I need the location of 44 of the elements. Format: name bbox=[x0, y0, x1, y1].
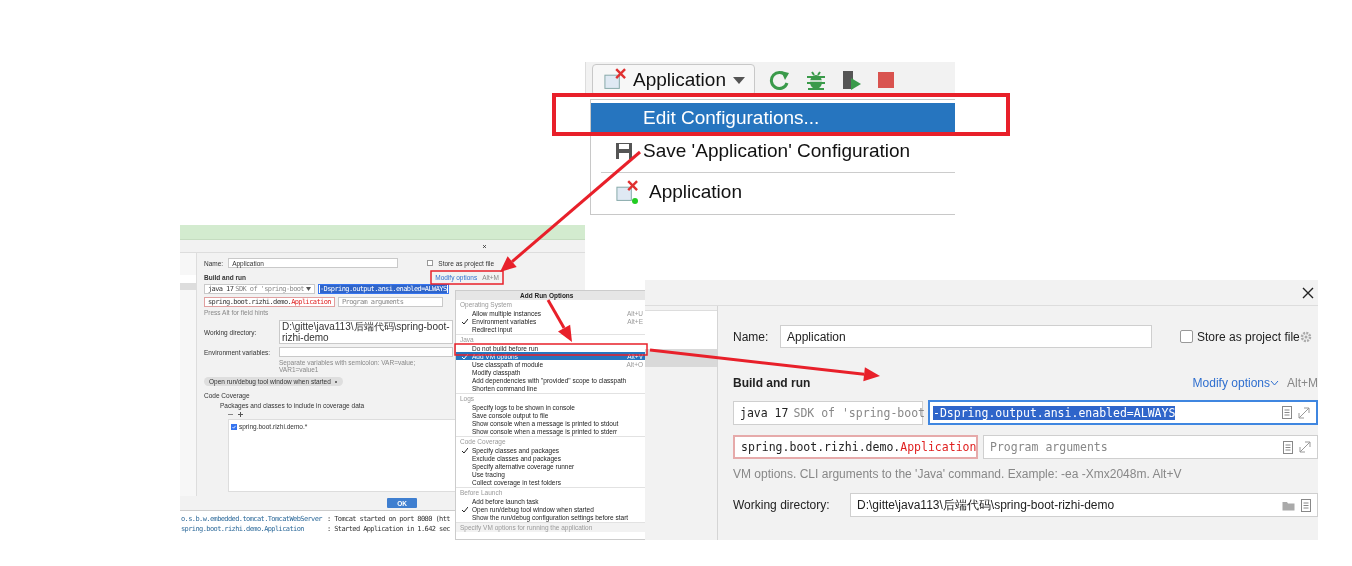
document-icon[interactable] bbox=[1282, 406, 1292, 419]
expand-icon[interactable] bbox=[1299, 441, 1311, 453]
close-icon[interactable] bbox=[1302, 286, 1314, 299]
field-hint: VM options. CLI arguments to the 'Java' command. Example: -ea -Xmx2048m. Alt+V bbox=[733, 467, 1182, 481]
checkbox[interactable] bbox=[1180, 330, 1193, 343]
menu-item[interactable]: Save 'Application' Configuration bbox=[591, 136, 955, 166]
add-icon[interactable] bbox=[238, 412, 243, 417]
rerun-icon[interactable] bbox=[768, 68, 791, 91]
stop-icon[interactable] bbox=[876, 69, 895, 90]
menu-item[interactable]: Edit Configurations... bbox=[591, 103, 955, 133]
checkbox-label: Store as project file bbox=[1197, 329, 1300, 344]
checkbox[interactable] bbox=[427, 260, 434, 266]
name-field[interactable]: Application bbox=[780, 325, 1152, 348]
name-label: Name: bbox=[733, 329, 770, 344]
chevron-down-icon[interactable] bbox=[1270, 380, 1279, 386]
caret-icon bbox=[306, 287, 311, 291]
dropdown-caret-icon bbox=[731, 74, 746, 85]
checkbox[interactable] bbox=[231, 423, 237, 430]
annotation-arrow bbox=[546, 299, 572, 342]
folder-icon[interactable] bbox=[1282, 499, 1295, 511]
gear-icon[interactable] bbox=[1299, 330, 1312, 343]
working-directory-field[interactable]: D:\gitte\java113\后端代码\spring-boot-rizhi-demo bbox=[850, 493, 1318, 517]
document-icon[interactable] bbox=[1283, 440, 1293, 454]
shortcut-label: Alt+M bbox=[1287, 376, 1318, 390]
menu-item[interactable]: Application bbox=[591, 177, 955, 207]
check-icon bbox=[232, 424, 236, 429]
environment-variables-field[interactable] bbox=[279, 347, 453, 357]
remove-icon[interactable] bbox=[228, 412, 233, 417]
main-class-field[interactable]: spring.boot.rizhi.demo.Application bbox=[733, 435, 978, 459]
close-icon[interactable] bbox=[482, 243, 487, 249]
save-icon bbox=[615, 142, 633, 160]
vm-options-field[interactable]: -Dspring.output.ansi.enabled=ALWAYS bbox=[928, 400, 1318, 425]
application-config-icon bbox=[615, 180, 639, 204]
jdk-combo[interactable]: java 17 SDK of 'spring-boot bbox=[733, 400, 923, 425]
run-configuration-combo[interactable]: Application bbox=[592, 63, 755, 96]
program-arguments-field[interactable]: Program arguments bbox=[983, 435, 1318, 459]
working-directory-label: Working directory: bbox=[733, 498, 831, 512]
document-icon[interactable] bbox=[1301, 498, 1311, 512]
section-heading: Build and run bbox=[733, 376, 811, 390]
expand-icon[interactable] bbox=[1298, 406, 1310, 419]
application-config-icon bbox=[603, 67, 627, 92]
working-directory-field[interactable]: D:\gitte\java113\后端代码\spring-boot-rizhi-demo bbox=[279, 320, 453, 344]
modify-options-link[interactable]: Modify options bbox=[1192, 376, 1270, 390]
remove-icon[interactable] bbox=[333, 379, 338, 384]
